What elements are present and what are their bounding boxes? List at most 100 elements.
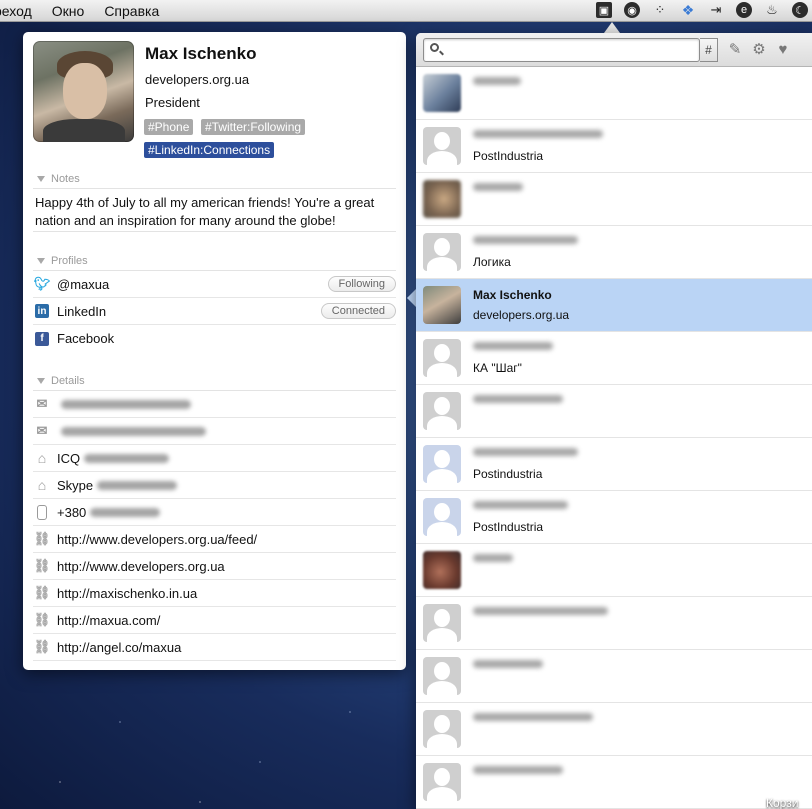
menu-item-window[interactable]: Окно: [52, 3, 85, 19]
detail-row-link-4[interactable]: ⛓ http://maxua.com/: [33, 607, 396, 634]
menu-item-go[interactable]: реход: [0, 3, 32, 19]
contact-avatar: [423, 657, 461, 695]
search-icon: [430, 43, 439, 52]
notes-header[interactable]: Notes: [37, 173, 80, 185]
link-icon: ⛓: [33, 531, 51, 546]
contact-row[interactable]: КА "Шаг": [416, 332, 812, 385]
notes-text[interactable]: Happy 4th of July to all my american fri…: [35, 194, 395, 230]
contact-avatar: [423, 763, 461, 801]
contacts-toolbar: # ✎ ⚙ ♥: [416, 33, 812, 67]
hashtag-filter-button[interactable]: #: [700, 38, 718, 62]
detail-row-link-5[interactable]: ⛓ http://angel.co/maxua: [33, 634, 396, 661]
contact-row[interactable]: [416, 67, 812, 120]
contact-row[interactable]: [416, 597, 812, 650]
detail-row-skype[interactable]: ⌂ Skype: [33, 472, 396, 499]
profile-row-linkedin[interactable]: in LinkedIn Connected: [33, 298, 396, 325]
redacted-contact-name: [473, 501, 568, 509]
following-badge[interactable]: Following: [327, 276, 396, 292]
redacted-contact-name: [473, 395, 563, 403]
box-icon[interactable]: ▣: [596, 2, 612, 18]
compass-icon[interactable]: ◉: [624, 2, 640, 18]
profile-site[interactable]: developers.org.ua: [145, 72, 249, 87]
contact-row[interactable]: [416, 756, 812, 809]
contact-company: КА "Шаг": [473, 361, 522, 375]
redacted-contact-name: [473, 77, 521, 85]
menu-tray: ▣ ◉ ⁘ ❖ ⇥ e ♨ ☾: [596, 2, 808, 18]
contact-avatar: [423, 233, 461, 271]
redacted-contact-name: [473, 660, 543, 668]
mail-icon: ✉: [36, 396, 48, 411]
dropbox-icon[interactable]: ❖: [680, 2, 696, 18]
disclosure-triangle-icon: [37, 258, 45, 264]
e-icon[interactable]: e: [736, 2, 752, 18]
flame-icon[interactable]: ♨: [764, 2, 780, 18]
profile-name: Max Ischenko: [145, 44, 257, 63]
contact-avatar: [423, 180, 461, 218]
mail-icon: ✉: [36, 423, 48, 438]
grid-icon[interactable]: ⁘: [652, 2, 668, 18]
home-icon: ⌂: [37, 477, 47, 493]
contact-row[interactable]: [416, 385, 812, 438]
redacted-phone: [90, 507, 161, 517]
contact-company: developers.org.ua: [473, 308, 570, 322]
contact-row-selected[interactable]: Max Ischenko developers.org.ua: [416, 279, 812, 332]
contact-company: PostIndustria: [473, 520, 544, 534]
gear-icon[interactable]: ⚙: [750, 41, 768, 59]
tag-phone[interactable]: #Phone: [144, 119, 194, 135]
contact-row[interactable]: PostIndustria: [416, 491, 812, 544]
contact-name: Max Ischenko: [473, 288, 552, 302]
contact-row[interactable]: Логика: [416, 226, 812, 279]
connected-badge[interactable]: Connected: [320, 303, 396, 319]
menu-bar: реход Окно Справка ▣ ◉ ⁘ ❖ ⇥ e ♨ ☾: [0, 0, 812, 22]
arrow-in-icon[interactable]: ⇥: [708, 2, 724, 18]
profile-row-twitter[interactable]: 🐦︎ @maxua Following: [33, 271, 396, 298]
contact-avatar: [423, 127, 461, 165]
contact-avatar: [423, 339, 461, 377]
contact-row[interactable]: [416, 544, 812, 597]
moon-icon[interactable]: ☾: [792, 2, 808, 18]
popover-arrow: [604, 22, 620, 33]
detail-row-phone[interactable]: +380: [33, 499, 396, 526]
tag-linkedin-connections[interactable]: #LinkedIn:Connections: [144, 142, 275, 158]
profiles-header[interactable]: Profiles: [37, 255, 88, 267]
profile-title: President: [145, 95, 200, 110]
contact-row[interactable]: [416, 173, 812, 226]
contact-avatar: [423, 392, 461, 430]
menu-item-help[interactable]: Справка: [104, 3, 159, 19]
disclosure-triangle-icon: [37, 378, 45, 384]
contact-row[interactable]: PostIndustria: [416, 120, 812, 173]
tag-twitter-following[interactable]: #Twitter:Following: [201, 119, 306, 135]
redacted-contact-name: [473, 130, 603, 138]
redacted-contact-name: [473, 554, 513, 562]
contact-avatar: [423, 498, 461, 536]
detail-row-icq[interactable]: ⌂ ICQ: [33, 445, 396, 472]
redacted-contact-name: [473, 766, 563, 774]
facebook-icon: f: [35, 331, 49, 346]
contact-row[interactable]: [416, 703, 812, 756]
search-input[interactable]: [423, 38, 700, 62]
link-icon: ⛓: [33, 585, 51, 600]
contact-row[interactable]: [416, 650, 812, 703]
disclosure-triangle-icon: [37, 176, 45, 182]
contact-company: Postindustria: [473, 467, 543, 481]
profile-row-facebook[interactable]: f Facebook: [33, 325, 396, 352]
detail-row-email-1[interactable]: ✉: [33, 391, 396, 418]
contact-avatar: [423, 445, 461, 483]
contact-row[interactable]: Postindustria: [416, 438, 812, 491]
contact-avatar: [423, 604, 461, 642]
phone-icon: [37, 504, 47, 520]
linkedin-icon: in: [35, 304, 49, 318]
redacted-email: [61, 399, 191, 409]
detail-row-email-2[interactable]: ✉: [33, 418, 396, 445]
contact-avatar: [423, 286, 461, 324]
redacted-contact-name: [473, 236, 578, 244]
detail-row-link-2[interactable]: ⛓ http://www.developers.org.ua: [33, 553, 396, 580]
heart-icon[interactable]: ♥: [774, 41, 792, 59]
redacted-skype: [97, 480, 178, 490]
details-header[interactable]: Details: [37, 375, 85, 387]
pencil-icon[interactable]: ✎: [726, 41, 744, 59]
detail-row-link-3[interactable]: ⛓ http://maxischenko.in.ua: [33, 580, 396, 607]
trash-label[interactable]: Корзи: [766, 796, 798, 809]
link-icon: ⛓: [33, 612, 51, 627]
detail-row-link-1[interactable]: ⛓ http://www.developers.org.ua/feed/: [33, 526, 396, 553]
